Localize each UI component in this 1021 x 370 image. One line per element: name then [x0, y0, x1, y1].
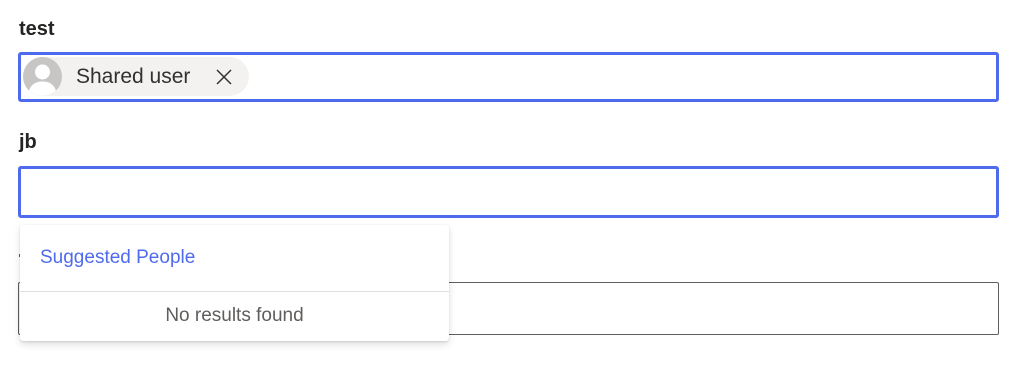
- suggestions-divider: [20, 291, 449, 292]
- remove-persona-button[interactable]: [212, 65, 236, 89]
- suggestions-dropdown: Suggested People No results found: [20, 225, 449, 341]
- field-label-jb: jb: [19, 131, 37, 153]
- suggestions-header: Suggested People: [40, 247, 196, 268]
- close-icon: [216, 68, 232, 85]
- no-results-message: No results found: [165, 305, 304, 326]
- default-user-icon: [23, 57, 62, 96]
- people-picker-jb-input[interactable]: [27, 175, 971, 209]
- persona-name: Shared user: [76, 64, 191, 88]
- field-label-test: test: [19, 18, 55, 40]
- people-picker-test[interactable]: Shared user: [18, 52, 999, 102]
- people-picker-jb[interactable]: [18, 166, 999, 218]
- selected-persona[interactable]: Shared user: [23, 57, 249, 96]
